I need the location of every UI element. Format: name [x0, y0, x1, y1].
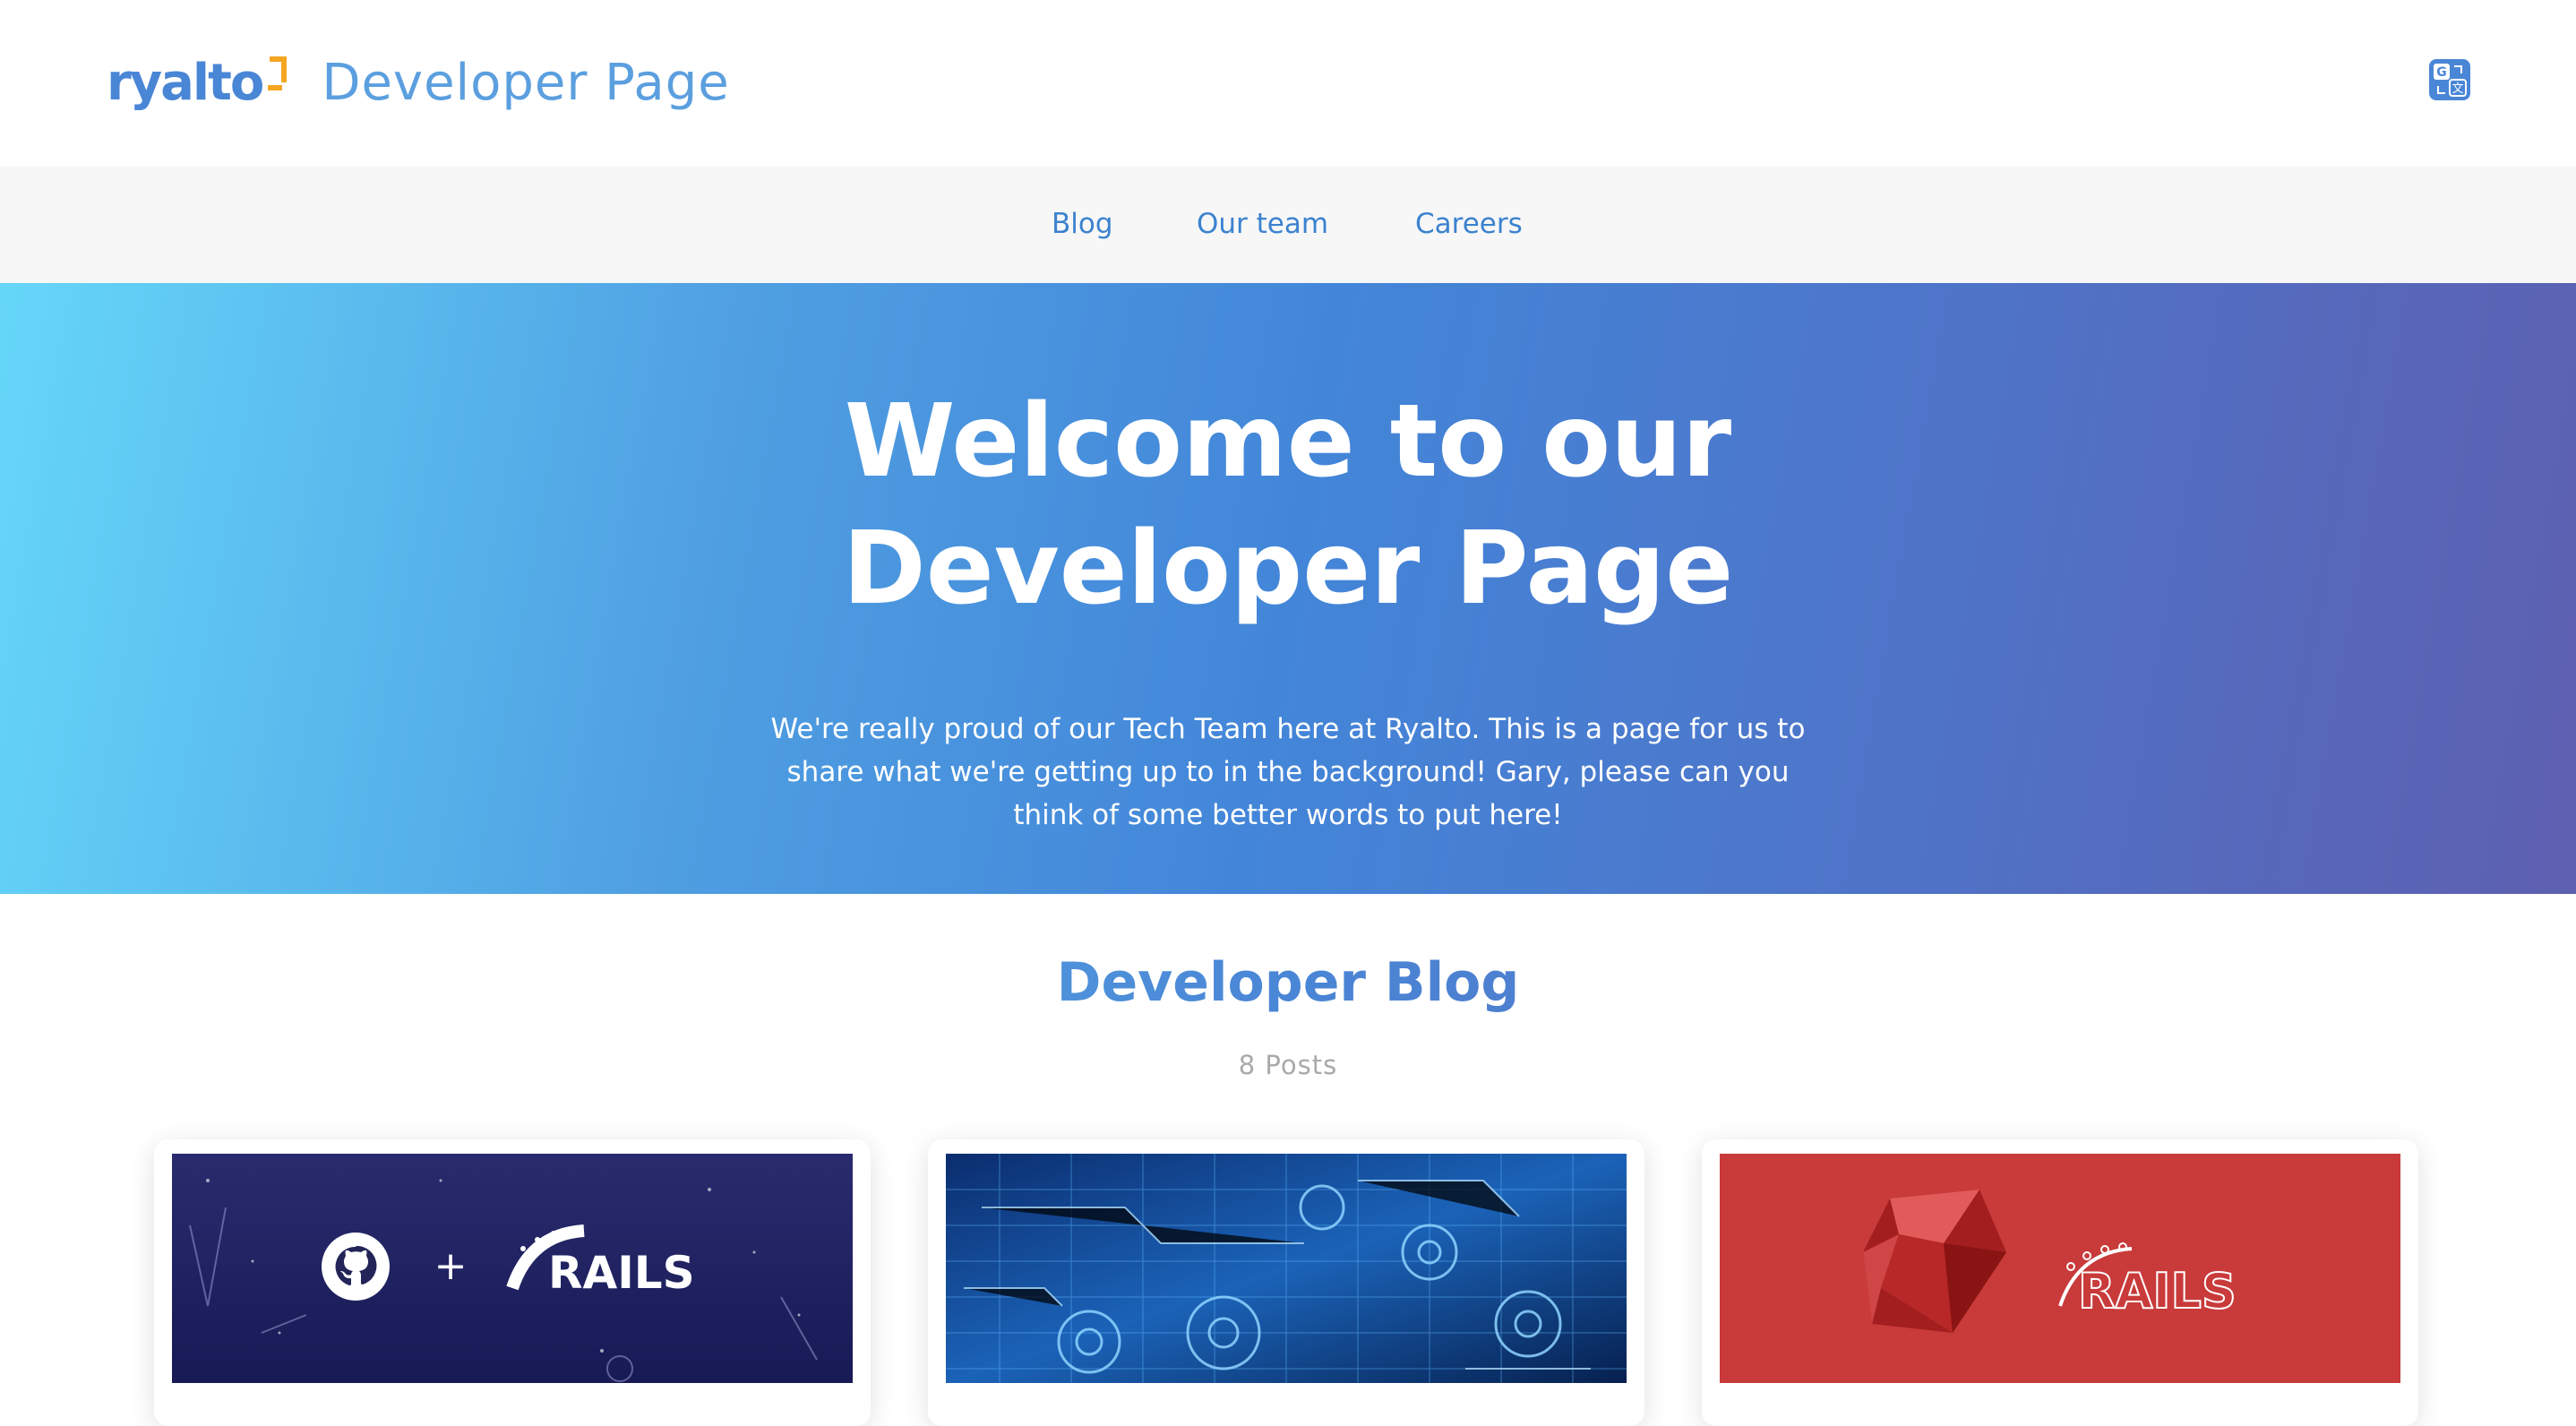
rails-wordmark: RAILS [2078, 1263, 2237, 1319]
logo-wordmark: ryalto [107, 53, 264, 112]
blog-card-image [946, 1154, 1627, 1383]
hero-title-line2: Developer Page [842, 511, 1734, 627]
svg-text:G: G [2436, 65, 2447, 80]
blog-card-image: RAILS [1720, 1154, 2400, 1383]
translate-icon: G 文 [2434, 64, 2467, 97]
main-nav: Blog Our team Careers [0, 167, 2576, 283]
ruby-rails-banner: RAILS [1720, 1154, 2400, 1383]
page-title: Developer Page [322, 53, 730, 112]
blog-card-2[interactable] [928, 1139, 1644, 1426]
hero-text-line2: share what we're getting up to in the ba… [786, 756, 1790, 788]
nav-item-careers[interactable]: Careers [1415, 208, 1523, 240]
blog-heading: Developer Blog [0, 951, 2576, 1014]
blog-card-1[interactable]: + RAILS [154, 1139, 871, 1426]
blog-card-image: + RAILS [172, 1154, 853, 1383]
rails-wordmark: RAILS [548, 1247, 695, 1299]
circuit-gears-banner [946, 1154, 1627, 1383]
hero-text-line1: We're really proud of our Tech Team here… [770, 713, 1806, 745]
hero-text-line3: think of some better words to put here! [1013, 799, 1563, 831]
site-logo[interactable]: ryalto Developer Page [107, 47, 730, 118]
blog-card-3[interactable]: RAILS [1702, 1139, 2418, 1426]
github-icon [322, 1233, 390, 1301]
site-header: ryalto Developer Page G 文 [0, 0, 2576, 168]
hero-title-line1: Welcome to our [844, 383, 1732, 500]
blog-post-count: 8 Posts [1238, 1050, 1338, 1080]
plus-sign: + [434, 1243, 468, 1289]
nav-item-our-team[interactable]: Our team [1197, 208, 1328, 240]
hero-banner: Welcome to our Developer Page We're real… [0, 283, 2576, 894]
svg-text:文: 文 [2451, 82, 2463, 96]
github-plus-rails-banner: + RAILS [172, 1154, 853, 1383]
nav-item-blog[interactable]: Blog [1052, 208, 1113, 240]
logo-bracket-icon [268, 56, 288, 90]
translate-button[interactable]: G 文 [2429, 59, 2470, 100]
